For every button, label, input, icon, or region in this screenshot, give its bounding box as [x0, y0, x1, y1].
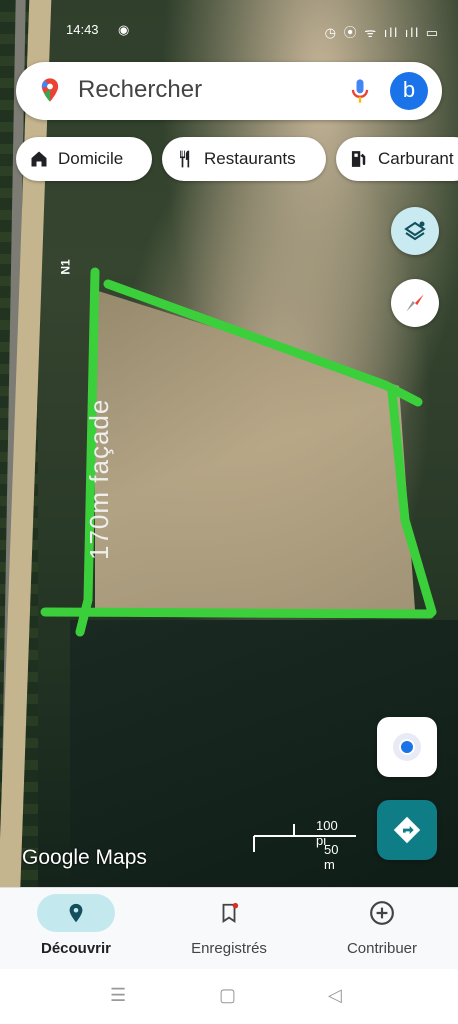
messenger-icon: ◉ — [118, 22, 130, 37]
explore-pin-icon — [37, 894, 115, 932]
nav-label: Enregistrés — [191, 940, 267, 957]
add-circle-icon — [343, 894, 421, 932]
back-triangle-icon[interactable]: ◁ — [328, 985, 342, 1006]
chip-label: Domicile — [58, 149, 124, 168]
nav-discover[interactable]: Découvrir — [0, 888, 152, 970]
my-location-button[interactable] — [377, 717, 437, 777]
maps-pin-icon — [41, 78, 59, 102]
scale-metric: 50 m — [324, 842, 339, 872]
my-location-icon — [393, 733, 421, 761]
nav-label: Contribuer — [346, 940, 418, 957]
chip-label: Carburant — [378, 149, 454, 168]
search-input[interactable]: Rechercher — [78, 76, 202, 104]
nav-contribute[interactable]: Contribuer — [306, 888, 458, 970]
home-square-icon[interactable]: ▢ — [219, 985, 236, 1006]
chip-gas[interactable]: Carburant — [336, 137, 458, 181]
microphone-icon[interactable] — [346, 76, 374, 106]
status-bar: 14:43 ◉ ◷ ⦿ ᯤ ıll ıll ▭ — [0, 0, 458, 60]
gas-station-icon — [348, 148, 370, 170]
nav-label: Découvrir — [40, 940, 112, 957]
compass-icon — [406, 294, 424, 312]
directions-button[interactable] — [377, 800, 437, 860]
bookmark-icon — [190, 894, 268, 932]
chip-restaurants[interactable]: Restaurants — [162, 137, 326, 181]
layers-icon — [404, 221, 426, 241]
directions-icon — [393, 816, 421, 844]
layers-button[interactable] — [391, 207, 439, 255]
status-icons: ◷ ⦿ ᯤ ıll ıll ▭ — [324, 25, 440, 40]
facade-annotation: 170m façade — [84, 398, 114, 560]
home-icon — [28, 148, 50, 170]
chip-label: Restaurants — [204, 149, 296, 168]
clock: 14:43 — [66, 22, 99, 37]
account-avatar[interactable]: b — [390, 72, 428, 110]
google-maps-logo: Google Maps — [22, 846, 147, 869]
nav-saved[interactable]: Enregistrés — [153, 888, 305, 970]
compass-button[interactable] — [391, 279, 439, 327]
chip-home[interactable]: Domicile — [16, 137, 152, 181]
restaurant-icon — [174, 148, 196, 170]
search-bar[interactable]: Rechercher b — [16, 62, 442, 120]
system-nav-bar: ☰ ▢ ◁ — [0, 969, 458, 1024]
road-label: N1 — [58, 259, 73, 275]
recent-apps-icon[interactable]: ☰ — [110, 985, 126, 1006]
bottom-nav: Découvrir Enregistrés Contribuer — [0, 887, 458, 970]
